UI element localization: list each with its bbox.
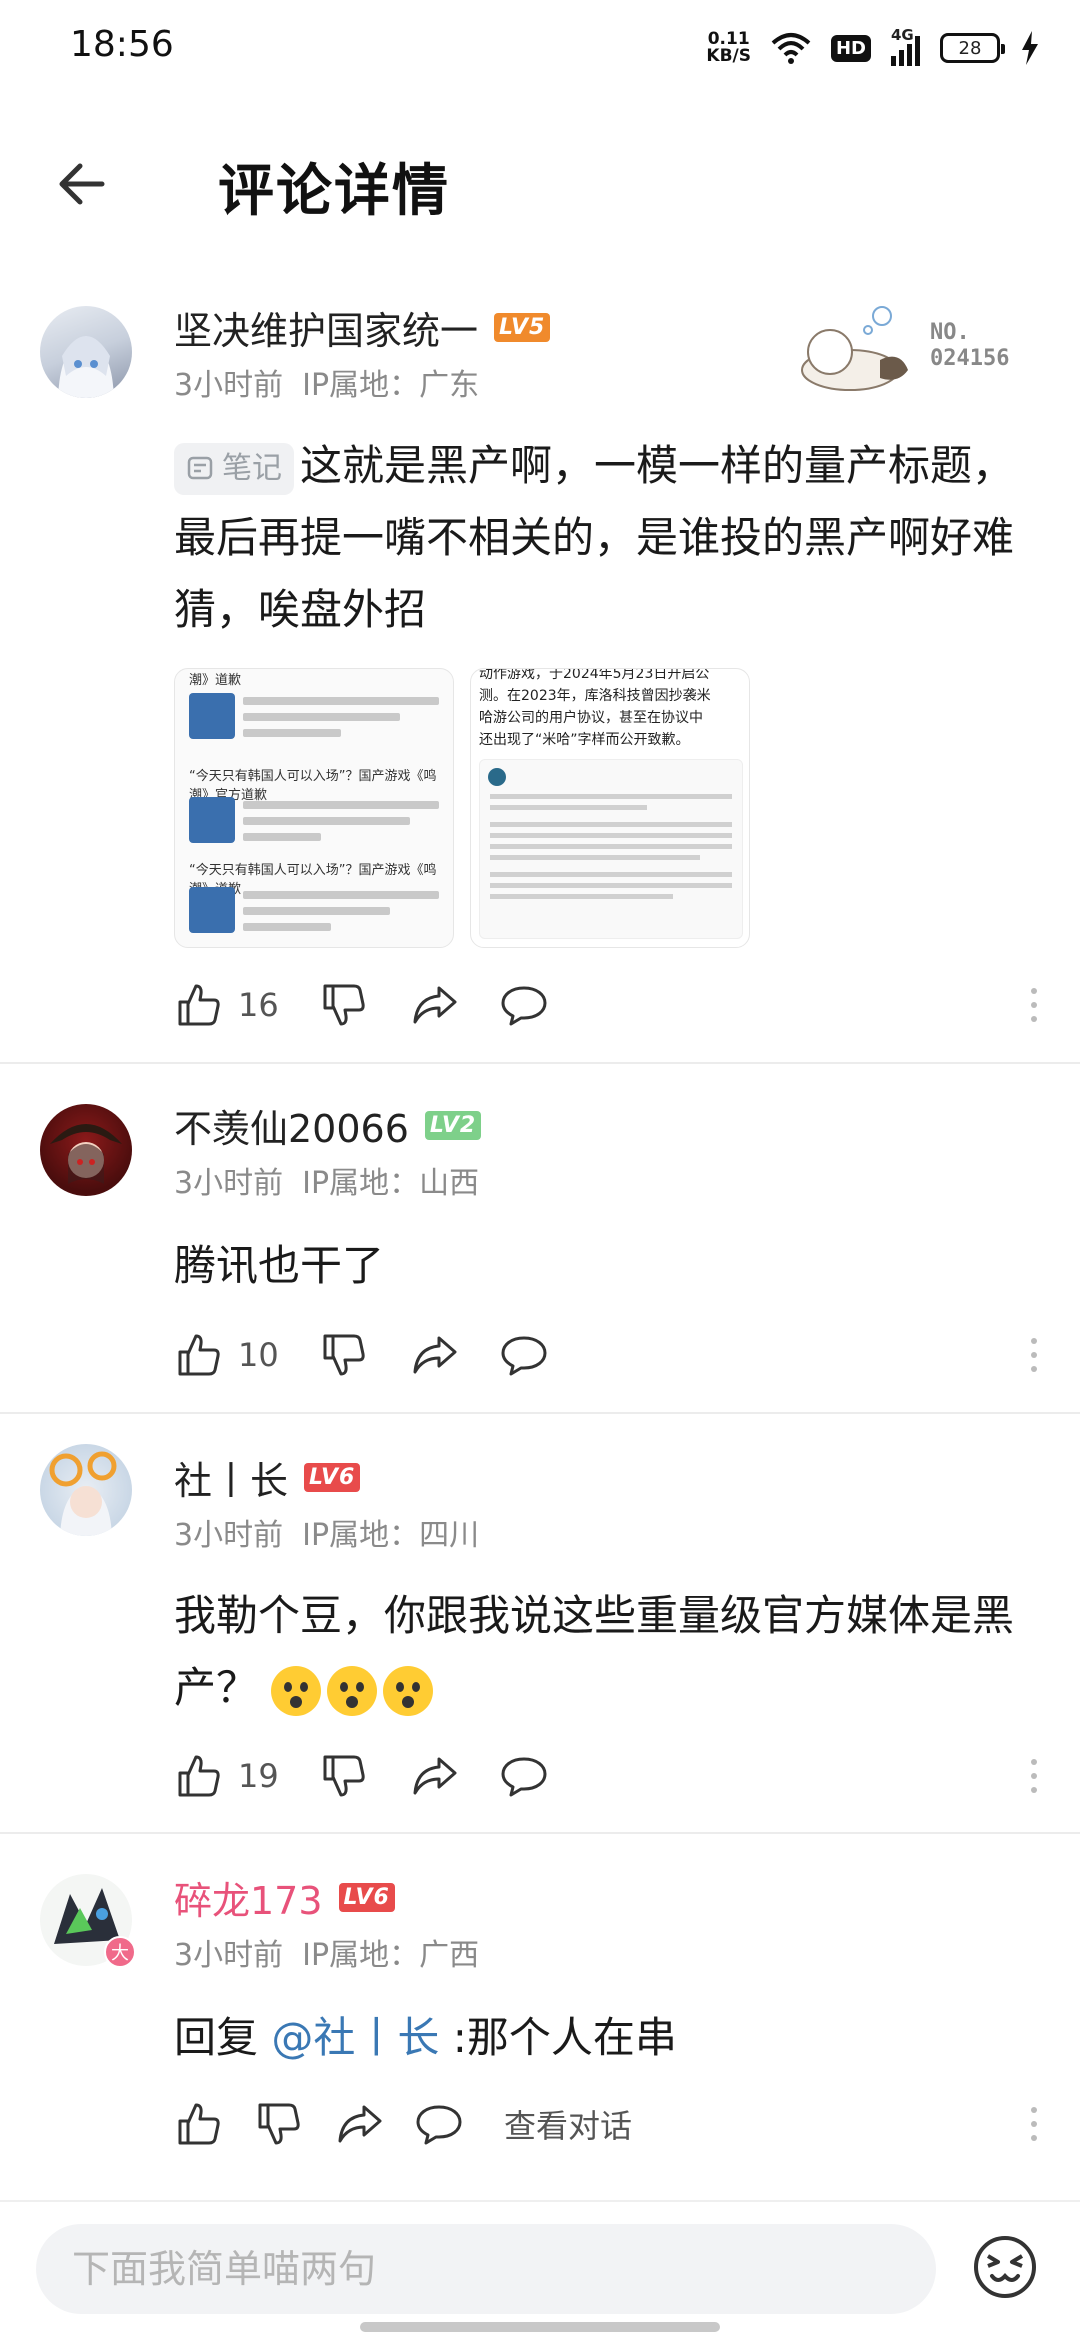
view-conversation-link[interactable]: 查看对话 <box>504 2101 632 2147</box>
share-icon <box>413 1757 457 1795</box>
share-icon <box>413 986 457 1024</box>
mascot-icon <box>801 306 908 391</box>
like-button[interactable] <box>174 2099 224 2149</box>
reply-button[interactable] <box>499 1751 549 1801</box>
comment-content: 回复 @社丨长 :那个人在串 <box>174 2013 677 2062</box>
like-button[interactable]: 10 <box>174 1330 279 1380</box>
more-options-icon[interactable] <box>1028 1756 1040 1796</box>
level-badge: LV5 <box>494 313 551 342</box>
fan-medal: NO. 024156 <box>790 300 1040 410</box>
more-options-icon[interactable] <box>1028 985 1040 1025</box>
avatar-badge: 大 <box>104 1936 136 1968</box>
level-badge: LV6 <box>304 1463 361 1492</box>
page-header: 评论详情 <box>0 120 1080 240</box>
fearful-face-emoji <box>383 1665 434 1716</box>
like-count: 10 <box>238 1336 279 1374</box>
like-count: 16 <box>238 986 279 1024</box>
share-button[interactable] <box>334 2099 384 2149</box>
hd-badge: HD <box>830 34 871 62</box>
fearful-face-emoji <box>327 1665 378 1716</box>
dislike-button[interactable] <box>319 980 369 1030</box>
comment-meta: 3小时前 IP属地：山西 <box>174 1166 480 1201</box>
share-button[interactable] <box>409 980 459 1030</box>
reply-button[interactable] <box>499 1330 549 1380</box>
comment-input-bar <box>0 2200 1080 2340</box>
divider <box>0 1832 1080 1834</box>
username[interactable]: 碎龙173 <box>174 1870 323 1925</box>
signal-icon: 4G <box>891 26 920 66</box>
mention-link[interactable]: @社丨长 <box>271 2013 439 2062</box>
username[interactable]: 坚决维护国家统一 <box>174 300 478 355</box>
comment-icon <box>501 986 547 1026</box>
charging-icon <box>1022 31 1038 65</box>
action-bar: 19 <box>174 1746 1040 1806</box>
share-button[interactable] <box>409 1330 459 1380</box>
action-bar: 查看对话 <box>174 2094 1040 2154</box>
battery-indicator: 28 <box>940 33 1005 63</box>
dislike-button[interactable] <box>254 2099 304 2149</box>
status-icons: 0.11 KB/S HD 4G 28 <box>706 26 1040 70</box>
comment-icon <box>416 2105 462 2145</box>
comment-image[interactable]: 潮》道歉 “今天只有韩国人可以入场”？国产游戏《鸣潮》官方道歉 “今天只有韩国人… <box>174 668 454 948</box>
emoji-icon[interactable] <box>970 2232 1040 2302</box>
like-button[interactable]: 19 <box>174 1751 279 1801</box>
status-bar: 18:56 0.11 KB/S HD 4G 28 <box>0 0 1080 96</box>
dislike-button[interactable] <box>319 1330 369 1380</box>
comment-content: 我勒个豆，你跟我说这些重量级官方媒体是黑产？ <box>174 1580 1040 1724</box>
username[interactable]: 不羡仙20066 <box>174 1098 409 1153</box>
reply-button[interactable] <box>414 2099 464 2149</box>
share-icon <box>413 1336 457 1374</box>
level-badge: LV6 <box>338 1883 395 1912</box>
thumbs-up-icon <box>178 984 220 1026</box>
status-time: 18:56 <box>70 24 174 65</box>
action-bar: 10 <box>174 1325 1040 1385</box>
thumbs-down-icon <box>323 1755 365 1797</box>
thumbs-up-icon <box>178 2103 220 2145</box>
share-button[interactable] <box>409 1751 459 1801</box>
avatar[interactable]: 大 <box>40 1874 136 1968</box>
back-arrow-icon[interactable] <box>52 154 112 214</box>
action-bar: 16 <box>174 975 1040 1035</box>
more-options-icon[interactable] <box>1028 1335 1040 1375</box>
medal-number-label: NO. <box>930 320 970 345</box>
medal-number: 024156 <box>930 346 1010 371</box>
fearful-face-emoji <box>271 1665 322 1716</box>
comment-meta: 3小时前 IP属地：广西 <box>174 1938 480 1973</box>
comment-meta: 3小时前 IP属地：广东 <box>174 368 480 403</box>
share-icon <box>338 2105 382 2143</box>
home-indicator[interactable] <box>360 2322 720 2332</box>
avatar[interactable] <box>40 306 132 398</box>
avatar[interactable] <box>40 1444 132 1536</box>
level-badge: LV2 <box>424 1111 482 1140</box>
divider <box>0 1062 1080 1064</box>
thumbs-down-icon <box>323 984 365 1026</box>
comment-input-container[interactable] <box>36 2224 936 2314</box>
page-title: 评论详情 <box>218 159 450 224</box>
note-icon <box>187 456 213 479</box>
like-button[interactable]: 16 <box>174 980 279 1030</box>
wifi-icon <box>771 33 811 64</box>
comment-icon <box>501 1336 547 1376</box>
thumbs-up-icon <box>178 1334 220 1376</box>
username[interactable]: 社丨长 <box>174 1450 288 1505</box>
more-options-icon[interactable] <box>1028 2104 1040 2144</box>
comment-input[interactable] <box>36 2224 936 2314</box>
comment-image[interactable]: 动作游戏，于2024年5月23日开启公 测。在2023年，库洛科技曾因抄袭米 哈… <box>470 668 750 948</box>
thumbs-up-icon <box>178 1755 220 1797</box>
thumbs-down-icon <box>323 1334 365 1376</box>
like-count: 19 <box>238 1757 279 1795</box>
reply-button[interactable] <box>499 980 549 1030</box>
comment-content: 腾讯也干了 <box>174 1241 385 1290</box>
network-speed: 0.11 KB/S <box>706 29 751 66</box>
avatar[interactable] <box>40 1104 132 1196</box>
divider <box>0 1412 1080 1414</box>
comment-icon <box>501 1757 547 1797</box>
comment-content: 笔记 这就是黑产啊，一模一样的量产标题，最后再提一嘴不相关的，是谁投的黑产啊好难… <box>174 441 1015 634</box>
comment-meta: 3小时前 IP属地：四川 <box>174 1518 480 1553</box>
thumbs-down-icon <box>258 2103 300 2145</box>
note-chip[interactable]: 笔记 <box>174 442 294 495</box>
dislike-button[interactable] <box>319 1751 369 1801</box>
